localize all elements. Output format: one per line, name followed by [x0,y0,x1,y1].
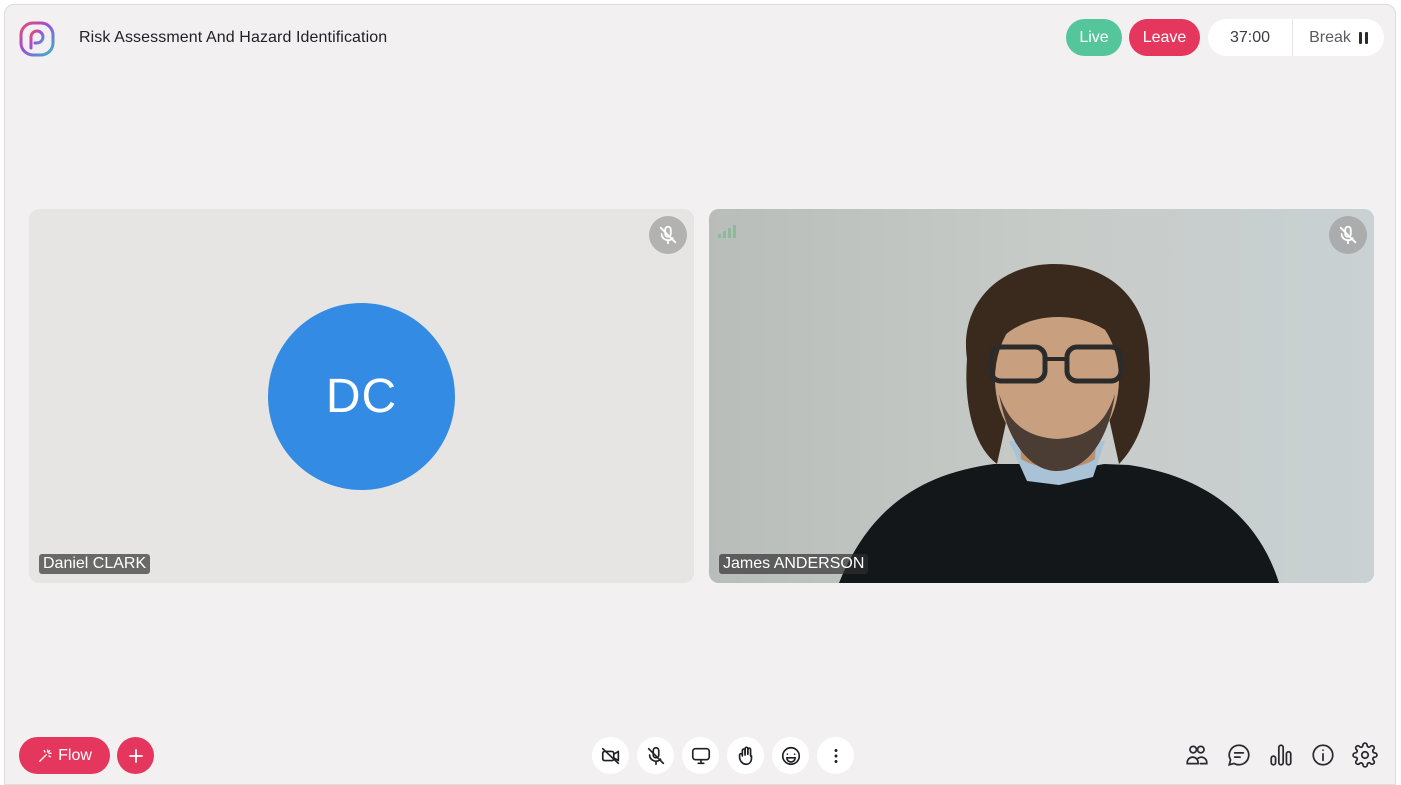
avatar: DC [268,303,455,490]
info-icon [1312,744,1334,766]
camera-toggle-button[interactable] [592,737,629,774]
more-icon [834,748,837,763]
settings-button[interactable] [1351,741,1379,769]
break-button[interactable]: Break [1293,29,1384,47]
timer-group: 37:00 Break [1208,19,1384,56]
participant-name: James ANDERSON [719,554,869,574]
settings-icon [1352,742,1378,768]
emoji-icon [781,746,800,765]
break-label: Break [1309,28,1351,46]
mic-toggle-button[interactable] [637,737,674,774]
poll-icon [1270,744,1292,766]
app-logo-icon[interactable] [18,20,56,58]
sparkle-icon [39,748,52,762]
screen-share-button[interactable] [682,737,719,774]
flow-button[interactable]: Flow [19,737,110,774]
chat-button[interactable] [1225,741,1253,769]
flow-label: Flow [58,746,92,764]
signal-icon [718,225,736,238]
info-button[interactable] [1309,741,1337,769]
participant-name: Daniel CLARK [39,554,151,574]
screen-share-icon [691,747,710,764]
mic-muted-icon [649,216,687,254]
poll-button[interactable] [1267,741,1295,769]
leave-button[interactable]: Leave [1129,19,1200,56]
participants-icon [1186,745,1208,765]
reactions-button[interactable] [772,737,809,774]
participant-tile-james[interactable]: James ANDERSON [709,209,1374,583]
plus-icon [128,748,143,763]
raise-hand-button[interactable] [727,737,764,774]
more-options-button[interactable] [817,737,854,774]
camera-off-icon [601,747,619,764]
raise-hand-icon [738,746,752,765]
meeting-title: Risk Assessment And Hazard Identificatio… [79,29,388,46]
meeting-app: Risk Assessment And Hazard Identificatio… [4,4,1396,785]
live-badge: Live [1066,19,1122,56]
pause-icon [1358,31,1368,44]
participant-tile-daniel[interactable]: DC Daniel CLARK [29,209,694,583]
participants-button[interactable] [1183,741,1211,769]
meeting-timer: 37:00 [1229,28,1271,46]
mic-off-icon [647,746,664,765]
mic-muted-icon [1329,216,1367,254]
add-button[interactable] [117,737,154,774]
chat-icon [1228,744,1250,766]
video-feed [709,209,1374,583]
